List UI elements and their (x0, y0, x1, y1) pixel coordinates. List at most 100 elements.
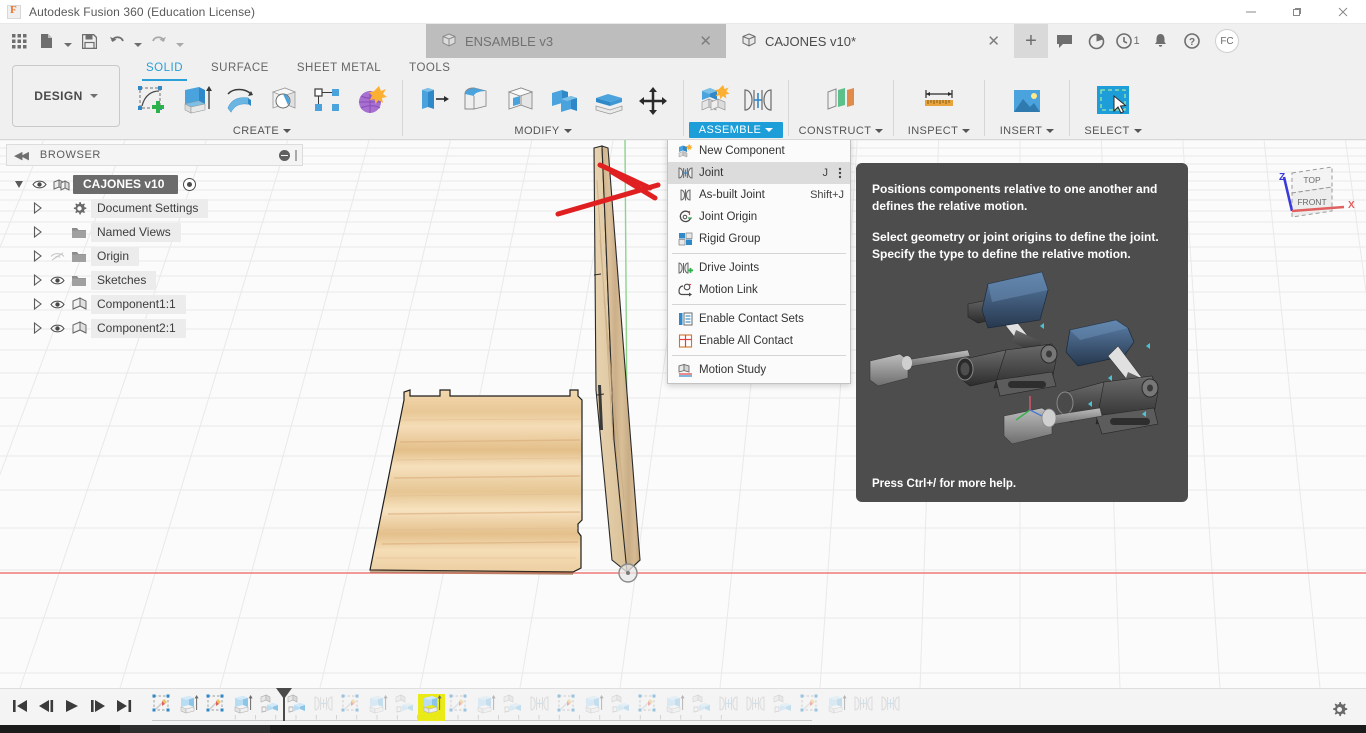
menu-item-as-built-joint[interactable]: As-built Joint Shift+J (668, 184, 850, 206)
view-cube[interactable]: TOP FRONT Z X (1262, 155, 1358, 229)
timeline-feature-sketch-icon[interactable] (796, 694, 823, 721)
expander-right-icon[interactable] (28, 226, 47, 238)
document-tab-cajones[interactable]: CAJONES v10* ✕ (726, 24, 1014, 58)
timeline-feature-extrude-icon[interactable] (580, 694, 607, 721)
menu-item-joint[interactable]: Joint J (668, 162, 850, 184)
document-tab-close-icon[interactable]: ✕ (961, 34, 1000, 49)
form-icon[interactable] (350, 80, 394, 122)
undo-caret-icon[interactable] (132, 27, 144, 55)
offset-plane-icon[interactable] (819, 80, 863, 122)
timeline-feature-extrude-icon[interactable] (823, 694, 850, 721)
new-document-tab-button[interactable]: + (1014, 24, 1048, 58)
save-icon[interactable] (76, 27, 102, 55)
workspace-switcher[interactable]: DESIGN (12, 65, 120, 127)
browser-panel-header[interactable]: ◀◀ BROWSER (6, 144, 303, 166)
tree-item-cajones[interactable]: CAJONES v10 (10, 172, 300, 196)
menu-item-enable-all-contact[interactable]: Enable All Contact (668, 330, 850, 352)
close-button[interactable] (1320, 0, 1366, 24)
maximize-button[interactable] (1274, 0, 1320, 24)
user-avatar[interactable]: FC (1215, 29, 1239, 53)
timeline-feature-extrude-icon[interactable] (661, 694, 688, 721)
redo-caret-icon[interactable] (174, 27, 186, 55)
measure-icon[interactable] (917, 80, 961, 122)
select-window-icon[interactable] (1091, 80, 1135, 122)
fillet-icon[interactable] (455, 80, 499, 122)
timeline-feature-extrude-icon[interactable] (364, 694, 391, 721)
expander-right-icon[interactable] (28, 250, 47, 262)
extrude-icon[interactable] (174, 80, 218, 122)
timeline-feature-sketch-icon[interactable] (634, 694, 661, 721)
document-tab-ensamble[interactable]: ENSAMBLE v3 ✕ (426, 24, 726, 58)
timeline-feature-new-component-icon[interactable] (391, 694, 418, 721)
step-forward-icon[interactable] (86, 694, 110, 718)
pattern-icon[interactable] (306, 80, 350, 122)
timeline-feature-joint-icon[interactable] (310, 694, 337, 721)
tree-item-sketches[interactable]: Sketches (10, 268, 300, 292)
timeline-feature-joint-icon[interactable] (850, 694, 877, 721)
play-icon[interactable] (60, 694, 84, 718)
tab-surface[interactable]: SURFACE (197, 58, 283, 79)
menu-item-motion-link[interactable]: Motion Link (668, 279, 850, 301)
timeline-playhead-marker[interactable] (283, 689, 285, 721)
step-back-icon[interactable] (34, 694, 58, 718)
new-component-icon[interactable] (692, 80, 736, 122)
panel-inspect-label[interactable]: INSPECT (908, 123, 970, 139)
timeline-feature-extrude-icon[interactable] (472, 694, 499, 721)
expander-right-icon[interactable] (28, 274, 47, 286)
document-tab-close-icon[interactable]: ✕ (673, 34, 712, 49)
job-status-icon[interactable] (1080, 24, 1112, 58)
new-file-icon[interactable] (34, 27, 60, 55)
visibility-eye-icon[interactable] (47, 323, 67, 334)
menu-item-new-component[interactable]: New Component (668, 140, 850, 162)
menu-item-overflow-icon[interactable] (838, 166, 844, 180)
revolve-icon[interactable] (218, 80, 262, 122)
visibility-eye-icon[interactable] (47, 299, 67, 310)
timeline-feature-new-component-icon[interactable] (607, 694, 634, 721)
expander-right-icon[interactable] (28, 298, 47, 310)
redo-icon[interactable] (146, 27, 172, 55)
activate-component-radio[interactable] (183, 178, 196, 191)
menu-item-drive-joints[interactable]: Drive Joints (668, 257, 850, 279)
timeline-feature-new-component-icon[interactable] (688, 694, 715, 721)
menu-item-enable-contact-sets[interactable]: Enable Contact Sets (668, 308, 850, 330)
timeline-feature-sketch-icon[interactable] (337, 694, 364, 721)
recent-activity-icon[interactable]: 1 (1112, 24, 1144, 58)
comment-icon[interactable] (1048, 24, 1080, 58)
tree-item-component1[interactable]: Component1:1 (10, 292, 300, 316)
help-question-icon[interactable]: ? (1176, 24, 1208, 58)
timeline-feature-new-component-icon[interactable] (769, 694, 796, 721)
3d-viewport[interactable]: ◀◀ BROWSER CAJONES v10 (0, 140, 1366, 688)
tree-item-document-settings[interactable]: Document Settings (10, 196, 300, 220)
visibility-eye-off-icon[interactable] (47, 251, 67, 262)
notifications-bell-icon[interactable] (1144, 24, 1176, 58)
joint-icon[interactable] (736, 80, 780, 122)
timeline-feature-new-component-icon[interactable] (499, 694, 526, 721)
browser-minimize-icon[interactable] (279, 150, 290, 161)
panel-construct-label[interactable]: CONSTRUCT (799, 123, 884, 139)
tab-tools[interactable]: TOOLS (395, 58, 464, 79)
timeline-feature-sketch-icon[interactable] (202, 694, 229, 721)
menu-item-motion-study[interactable]: Motion Study (668, 359, 850, 381)
undo-icon[interactable] (104, 27, 130, 55)
visibility-eye-icon[interactable] (47, 275, 67, 286)
panel-create-label[interactable]: CREATE (233, 123, 291, 139)
tree-item-named-views[interactable]: Named Views (10, 220, 300, 244)
split-face-icon[interactable] (587, 80, 631, 122)
combine-icon[interactable] (543, 80, 587, 122)
app-grid-icon[interactable] (6, 27, 32, 55)
timeline-feature-joint-icon[interactable] (715, 694, 742, 721)
visibility-eye-icon[interactable] (29, 179, 49, 190)
timeline-feature-extrude-icon[interactable] (418, 694, 445, 721)
tab-solid[interactable]: SOLID (132, 58, 197, 79)
tree-item-component2[interactable]: Component2:1 (10, 316, 300, 340)
timeline-feature-sketch-icon[interactable] (148, 694, 175, 721)
menu-item-rigid-group[interactable]: Rigid Group (668, 228, 850, 250)
panel-assemble-label[interactable]: ASSEMBLE (689, 122, 784, 138)
menu-item-joint-origin[interactable]: Joint Origin (668, 206, 850, 228)
create-sketch-icon[interactable] (130, 80, 174, 122)
collapse-left-icon[interactable]: ◀◀ (14, 149, 27, 162)
timeline-feature-extrude-icon[interactable] (175, 694, 202, 721)
move-copy-icon[interactable] (631, 80, 675, 122)
expander-right-icon[interactable] (28, 202, 47, 214)
timeline-feature-sketch-icon[interactable] (553, 694, 580, 721)
